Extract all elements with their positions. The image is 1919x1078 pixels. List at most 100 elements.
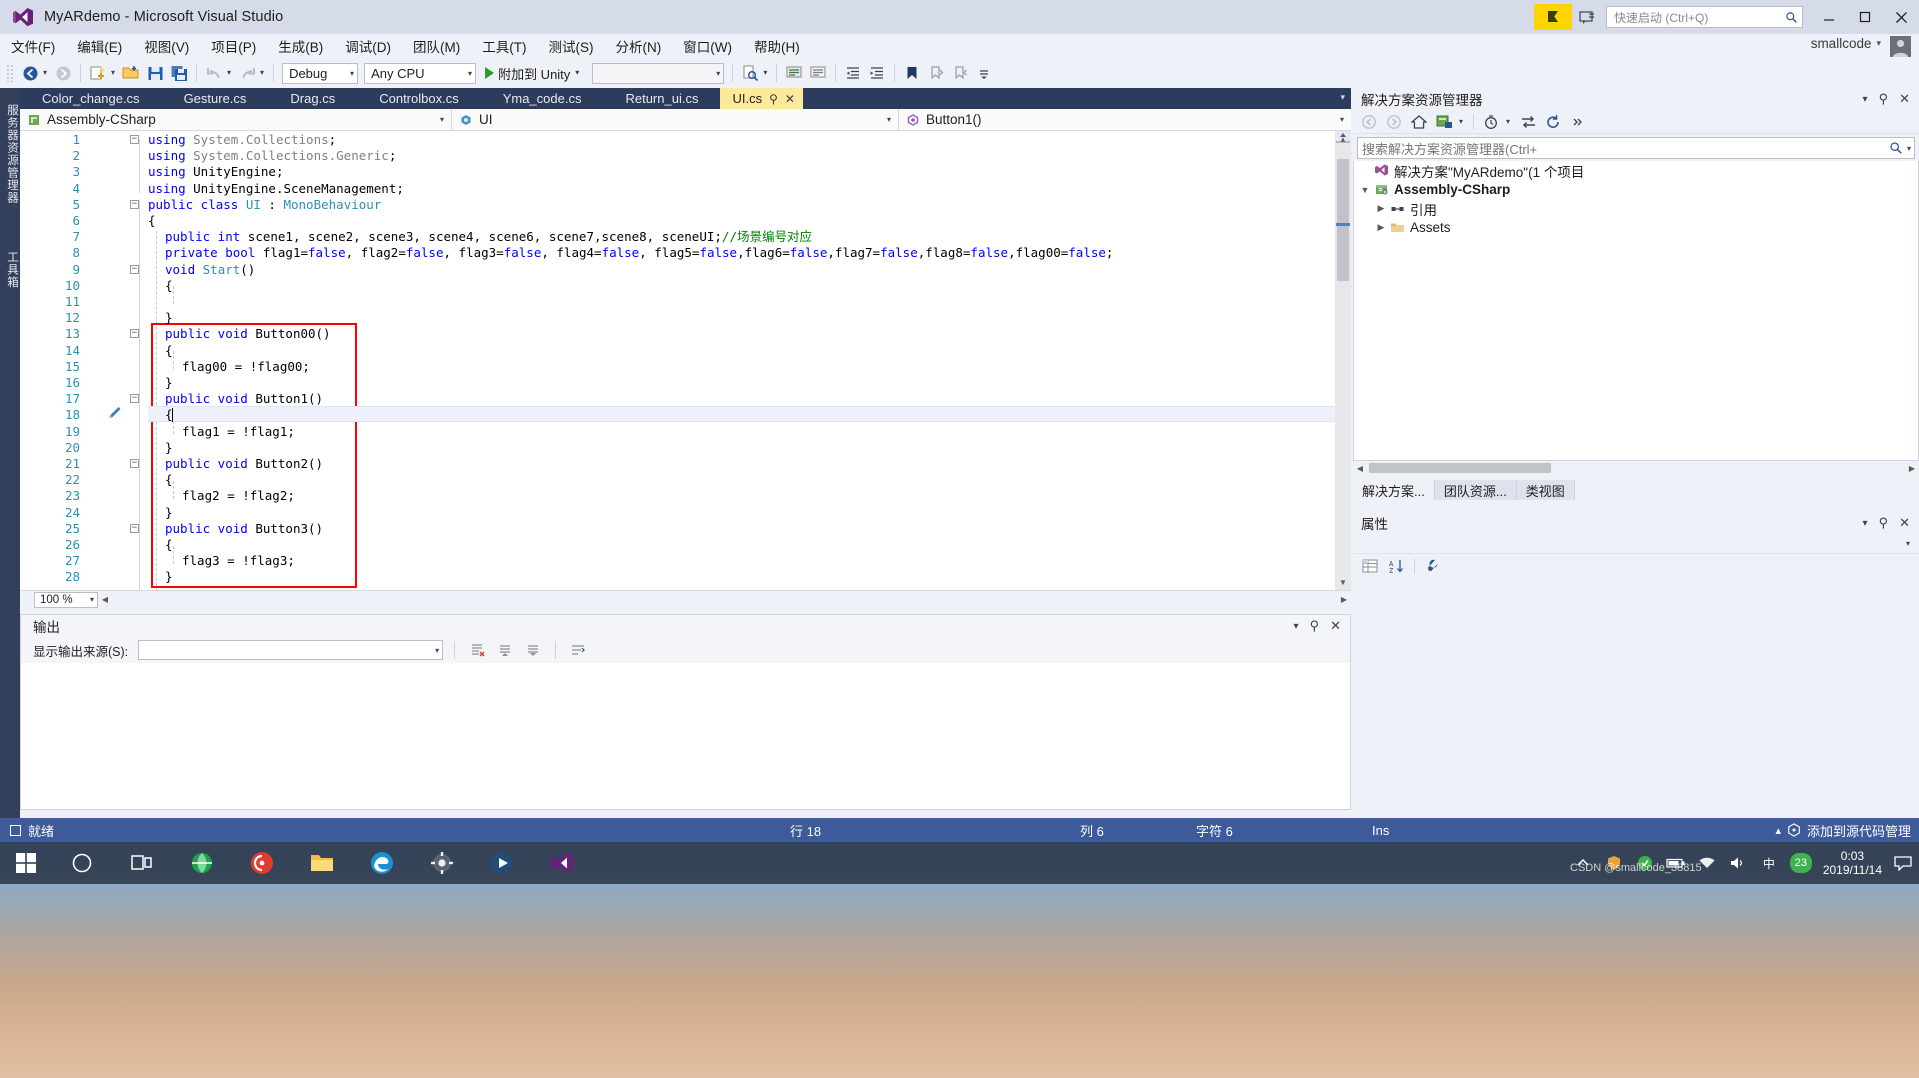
- code-line[interactable]: public void Button00(): [165, 326, 331, 342]
- menu-item-8[interactable]: 工具(T): [471, 34, 537, 58]
- save-all-icon[interactable]: [167, 61, 191, 85]
- visual-studio-icon[interactable]: [532, 842, 592, 884]
- editor-vertical-scrollbar[interactable]: ▲ ▼: [1335, 131, 1351, 590]
- pin-icon[interactable]: ⚲: [1879, 91, 1889, 107]
- pin-icon[interactable]: ⚲: [769, 92, 778, 106]
- next-bookmark-icon[interactable]: [948, 61, 972, 85]
- account-menu[interactable]: smallcode ▾: [1811, 36, 1881, 51]
- chevron-down-icon[interactable]: ▾: [1903, 144, 1911, 153]
- tree-item-2[interactable]: ▼ Assembly-CSharp: [1354, 180, 1918, 199]
- action-center-icon[interactable]: [1893, 853, 1913, 873]
- editor-horizontal-scrollbar[interactable]: 100 % ▾ ◀ ▶: [20, 590, 1351, 608]
- chevron-down-icon[interactable]: ▾: [574, 61, 583, 85]
- attach-to-unity-button[interactable]: 附加到 Unity ▾: [479, 61, 589, 85]
- refresh-icon[interactable]: [1542, 112, 1564, 132]
- maximize-icon[interactable]: [1847, 2, 1883, 32]
- fold-toggle-icon[interactable]: −: [130, 459, 139, 468]
- tree-item-1[interactable]: 解决方案"MyARdemo"(1 个项目: [1354, 161, 1918, 180]
- document-tab-4[interactable]: Controlbox.cs: [357, 88, 480, 109]
- tray-badge[interactable]: 23: [1789, 853, 1812, 873]
- fold-toggle-icon[interactable]: −: [130, 199, 139, 209]
- categorized-view-icon[interactable]: [1359, 556, 1381, 576]
- chevron-right-icon[interactable]: ▶: [1374, 222, 1388, 233]
- document-tab-3[interactable]: Drag.cs: [268, 88, 357, 109]
- code-line[interactable]: public class UI : MonoBehaviour: [148, 197, 381, 213]
- settings-gear-icon[interactable]: [412, 842, 472, 884]
- chevron-down-icon[interactable]: ▾: [1458, 110, 1467, 134]
- chevron-down-icon[interactable]: ▾: [762, 61, 771, 85]
- clear-all-icon[interactable]: [466, 640, 488, 660]
- fold-toggle-icon[interactable]: −: [130, 135, 139, 144]
- find-in-files-icon[interactable]: [738, 61, 762, 85]
- solution-explorer-horizontal-scrollbar[interactable]: ◀ ▶: [1353, 461, 1919, 475]
- properties-window-icon[interactable]: [1433, 112, 1455, 132]
- go-to-previous-message-icon[interactable]: [494, 640, 516, 660]
- code-line[interactable]: }: [165, 569, 173, 585]
- code-line[interactable]: }: [165, 440, 173, 456]
- code-line[interactable]: {: [165, 472, 173, 488]
- menu-item-2[interactable]: 编辑(E): [66, 34, 133, 58]
- alphabetical-view-icon[interactable]: AZ: [1385, 556, 1407, 576]
- tab-overflow-icon[interactable]: ▾: [1340, 92, 1345, 103]
- tree-item-4[interactable]: ▶ Assets: [1354, 218, 1918, 237]
- code-line[interactable]: flag3 = !flag3;: [182, 553, 295, 569]
- close-icon[interactable]: ✕: [785, 92, 795, 106]
- document-tab-2[interactable]: Gesture.cs: [162, 88, 269, 109]
- output-panel-body[interactable]: [21, 663, 1350, 809]
- tree-item-3[interactable]: ▶ 引用: [1354, 199, 1918, 218]
- toolbar-overflow-icon[interactable]: [972, 61, 996, 85]
- toolbar-grip[interactable]: [6, 64, 14, 82]
- browser-globe-icon[interactable]: [172, 842, 232, 884]
- fold-toggle-icon[interactable]: −: [130, 394, 139, 404]
- close-icon[interactable]: ✕: [1899, 91, 1910, 107]
- fold-toggle-icon[interactable]: −: [130, 264, 139, 274]
- document-tab-7[interactable]: UI.cs ⚲ ✕: [720, 88, 803, 109]
- navbar-type-combo[interactable]: UI ▾: [452, 108, 899, 131]
- code-line[interactable]: private bool flag1=false, flag2=false, f…: [165, 245, 1113, 261]
- send-feedback-icon[interactable]: [1574, 4, 1600, 30]
- scrollbar-thumb[interactable]: [1369, 463, 1551, 473]
- chevron-right-icon[interactable]: ▶: [1374, 203, 1388, 214]
- properties-grid[interactable]: [1353, 602, 1919, 818]
- solution-platform-combo[interactable]: Any CPU ▾: [364, 62, 477, 84]
- output-source-combo[interactable]: ▾: [138, 640, 444, 660]
- solution-explorer-search-input[interactable]: 搜索解决方案资源管理器(Ctrl+ ▾: [1357, 137, 1915, 159]
- panel-tab-1[interactable]: 解决方案...: [1353, 480, 1435, 500]
- code-line[interactable]: public void Button1(): [165, 391, 323, 407]
- cortana-search-icon[interactable]: [52, 842, 112, 884]
- code-line[interactable]: {: [148, 213, 156, 229]
- indent-icon[interactable]: [865, 61, 889, 85]
- code-line[interactable]: void Start(): [165, 262, 255, 278]
- go-to-next-message-icon[interactable]: [522, 640, 544, 660]
- scroll-left-icon[interactable]: ◀: [98, 595, 112, 604]
- home-icon[interactable]: [1408, 112, 1430, 132]
- menu-item-10[interactable]: 分析(N): [605, 34, 673, 58]
- menu-item-1[interactable]: 文件(F): [0, 34, 66, 58]
- status-source-control[interactable]: ▴ 添加到源代码管理: [1775, 821, 1911, 840]
- feedback-flag-icon[interactable]: [1534, 4, 1572, 30]
- save-icon[interactable]: [143, 61, 167, 85]
- scroll-down-icon[interactable]: ▼: [1335, 574, 1351, 590]
- scrollbar-thumb[interactable]: [1337, 159, 1349, 281]
- new-project-icon[interactable]: [86, 61, 110, 85]
- document-tab-6[interactable]: Return_ui.cs: [603, 88, 720, 109]
- chevron-down-icon[interactable]: ▾: [1863, 518, 1868, 529]
- code-line[interactable]: flag00 = !flag00;: [182, 359, 310, 375]
- music-app-icon[interactable]: [232, 842, 292, 884]
- chevron-down-icon[interactable]: ▾: [1294, 621, 1299, 632]
- sidebar-item-server-explorer[interactable]: 服务器资源管理器: [0, 94, 20, 214]
- sync-with-active-document-icon[interactable]: [1517, 112, 1539, 132]
- code-line[interactable]: {: [165, 537, 173, 553]
- toolbar-blank-combo[interactable]: ▾: [592, 62, 725, 84]
- toggle-word-wrap-icon[interactable]: [567, 640, 589, 660]
- solution-tree[interactable]: 解决方案"MyARdemo"(1 个项目 ▼ Assembly-CSharp ▶ 引用 ▶…: [1353, 161, 1919, 461]
- pin-icon[interactable]: ⚲: [1879, 515, 1889, 531]
- fold-toggle-icon[interactable]: −: [130, 523, 139, 533]
- code-line[interactable]: flag2 = !flag2;: [182, 488, 295, 504]
- pin-icon[interactable]: ⚲: [1310, 618, 1320, 634]
- chevron-down-icon[interactable]: ▾: [42, 61, 51, 85]
- code-line[interactable]: {: [165, 343, 173, 359]
- editor-zoom-combo[interactable]: 100 % ▾: [34, 591, 98, 608]
- fold-toggle-icon[interactable]: −: [130, 329, 139, 339]
- code-line[interactable]: using System.Collections;: [148, 132, 336, 148]
